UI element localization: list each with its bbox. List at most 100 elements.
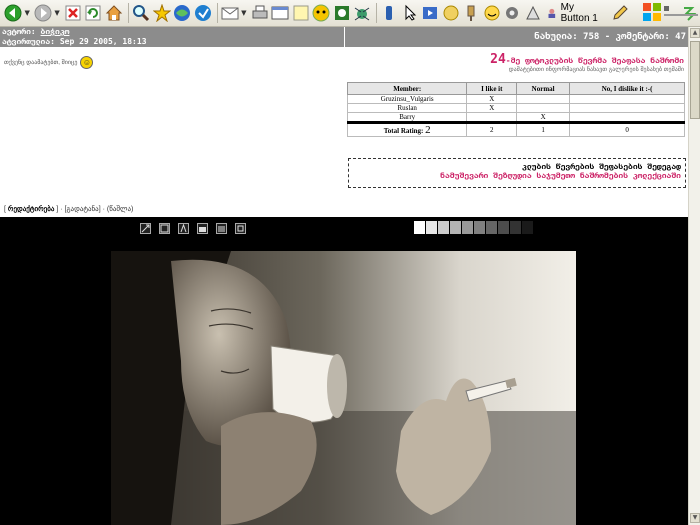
media-player-icon[interactable] <box>421 2 439 24</box>
upload-date-value: Sep 29 2005, 18:13 <box>59 37 147 46</box>
author-link[interactable]: ბიჭიკო <box>41 27 70 36</box>
browser-toolbar: ▼ ▼ ▼ My Button 1 <box>0 0 700 27</box>
stop-icon[interactable] <box>64 2 82 24</box>
total-normal: 1 <box>516 121 571 137</box>
rating-table: Member: I like it Normal No, I dislike i… <box>346 82 685 137</box>
delete-link[interactable]: (წაშლა) <box>107 206 133 213</box>
zoom-slider[interactable] <box>664 6 698 20</box>
total-rating-value: 2 <box>425 124 431 136</box>
folder-icon[interactable] <box>197 223 208 234</box>
bg-swatch-1[interactable] <box>414 221 425 234</box>
messenger-icon[interactable] <box>312 2 330 24</box>
vote-like: X <box>466 94 518 104</box>
vote-like: X <box>466 103 518 113</box>
move-link[interactable]: [გადატანა] <box>65 206 101 213</box>
bg-swatch-6[interactable] <box>474 221 485 234</box>
bg-swatch-8[interactable] <box>498 221 509 234</box>
bg-swatch-3[interactable] <box>438 221 449 234</box>
refresh-icon[interactable] <box>84 2 102 24</box>
vote-normal: X <box>516 112 571 123</box>
mail-dropdown-icon[interactable]: ▼ <box>241 9 246 17</box>
crop-icon[interactable] <box>235 223 246 234</box>
back-icon[interactable] <box>4 2 22 24</box>
forward-dropdown-icon[interactable]: ▼ <box>54 9 59 17</box>
forward-icon[interactable] <box>34 2 52 24</box>
photo-viewer <box>0 217 688 525</box>
cursor-icon[interactable] <box>401 2 419 24</box>
background-swatches <box>414 221 534 234</box>
print-icon[interactable] <box>251 2 269 24</box>
favorites-star-icon[interactable] <box>152 2 171 24</box>
fullscreen-icon[interactable] <box>159 223 170 234</box>
bluetooth-icon[interactable] <box>380 2 398 24</box>
total-rating-label: Total Rating: <box>383 127 424 135</box>
total-rating: Total Rating: 2 <box>346 121 468 137</box>
rating-member-count: 24 <box>490 52 506 67</box>
user-icon <box>548 8 556 18</box>
media-icon[interactable] <box>173 2 191 24</box>
research-icon[interactable] <box>332 2 350 24</box>
notice-line-1: კლუბის წევრების შეფასების შედეგად <box>522 162 681 171</box>
member-name: Barry <box>346 112 468 123</box>
vote-normal <box>516 103 571 113</box>
bg-swatch-4[interactable] <box>450 221 461 234</box>
search-icon[interactable] <box>132 2 150 24</box>
viewer-tools <box>140 223 254 234</box>
bg-swatch-5[interactable] <box>462 221 473 234</box>
discuss-icon[interactable] <box>291 2 309 24</box>
views-comments-stats: ნახულია: 758 - კომენტარი: 47 <box>344 27 688 47</box>
history-icon[interactable] <box>193 2 211 24</box>
scroll-down-icon[interactable]: ▼ <box>690 513 700 523</box>
member-name: Gruzinsu_Vulgaris <box>346 94 468 104</box>
grid-icon[interactable] <box>216 223 227 234</box>
bg-swatch-7[interactable] <box>486 221 497 234</box>
gear-icon[interactable] <box>503 2 521 24</box>
rating-title-text: -მე ფოტოკლუბის წევრმა შეაფასა ნაშრომი <box>505 56 684 65</box>
home-icon[interactable] <box>105 2 123 24</box>
pin-icon[interactable] <box>462 2 480 24</box>
vote-normal <box>516 94 571 104</box>
table-row: Gruzinsu_Vulgaris X <box>346 94 685 104</box>
vote-dislike <box>569 112 685 123</box>
rating-subtitle: დამატებითი ინფორმაციას ნახავთ გალერეის შ… <box>508 67 684 73</box>
vote-dislike <box>569 103 685 113</box>
edit-link[interactable]: რედაქტირება <box>8 206 55 213</box>
rating-title: 24-მე ფოტოკლუბის წევრმა შეაფასა ნაშრომი <box>490 52 684 67</box>
col-dislike: No, I dislike it :-( <box>569 82 685 95</box>
notice-line-2: ნამუშევარი შეზღუდია საჯუმეთო ნაშრომების … <box>440 171 681 180</box>
resize-icon[interactable] <box>140 223 151 234</box>
spider-icon[interactable] <box>353 2 371 24</box>
scroll-up-icon[interactable]: ▲ <box>690 28 700 38</box>
exif-icon[interactable] <box>178 223 189 234</box>
back-dropdown-icon[interactable]: ▼ <box>24 9 29 17</box>
add-to-favorites[interactable]: თქვენც დაამატებთ, შიიცე ☺ <box>4 56 94 69</box>
bg-swatch-10[interactable] <box>522 221 533 234</box>
edit-icon[interactable] <box>271 2 289 24</box>
total-like: 2 <box>466 121 518 137</box>
col-normal: Normal <box>516 82 571 95</box>
windows-logo-icon <box>643 3 661 21</box>
table-row: Barry X <box>346 112 685 123</box>
mail-icon[interactable] <box>221 2 239 24</box>
vertical-scrollbar[interactable]: ▲ ▼ <box>688 27 700 525</box>
total-row: Total Rating: 2 2 1 0 <box>346 121 685 137</box>
photo-elderly-woman-drinking <box>111 251 576 525</box>
scroll-thumb[interactable] <box>690 41 700 119</box>
bg-swatch-9[interactable] <box>510 221 521 234</box>
smiley-icon[interactable] <box>483 2 501 24</box>
table-row: Ruslan X <box>346 103 685 113</box>
my-button-1[interactable]: My Button 1 <box>546 2 605 24</box>
smiley-icon[interactable]: ☺ <box>80 56 94 69</box>
favorites-label: თქვენც დაამატებთ, შიიცე <box>4 60 78 66</box>
bg-swatch-2[interactable] <box>426 221 437 234</box>
thumbs-icon[interactable] <box>442 2 460 24</box>
photo-info-bar: ავტორი: ბიჭიკო ატვირთულია: Sep 29 2005, … <box>0 27 344 47</box>
col-like: I like it <box>466 82 518 95</box>
total-dislike: 0 <box>569 121 685 137</box>
wireless-icon[interactable] <box>523 2 541 24</box>
pencil-icon[interactable] <box>611 2 629 24</box>
photo-actions: [ რედაქტირება ] · [გადატანა] · (წაშლა) <box>4 206 134 213</box>
col-member: Member: <box>346 82 468 95</box>
vote-like <box>466 112 518 123</box>
member-name: Ruslan <box>346 103 468 113</box>
